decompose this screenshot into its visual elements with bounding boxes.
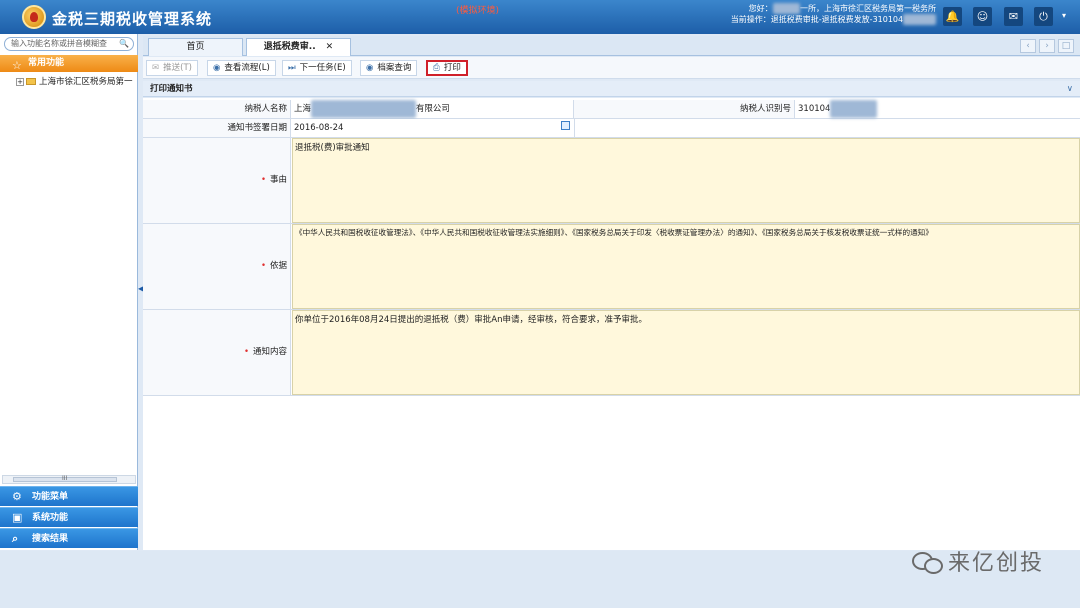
power-icon[interactable]: ⏻	[1034, 7, 1053, 26]
form-row-notice: • 通知内容 你单位于2016年08月24日提出的退抵税（费）审批An申请，经审核…	[143, 310, 1080, 396]
printer-icon: ⎙	[433, 63, 440, 73]
sign-date-label: 通知书签署日期	[143, 119, 291, 137]
tree-item-xuhui-tax-bureau[interactable]: + 上海市徐汇区税务局第一	[16, 75, 133, 87]
monitor-icon: ▣	[12, 511, 23, 524]
notice-textarea[interactable]: 你单位于2016年08月24日提出的退抵税（费）审批An申请，经审核，符合要求，…	[292, 310, 1080, 395]
basis-textarea[interactable]: 《中华人民共和国税收征收管理法》、《中华人民共和国税收征收管理法实施细则》、《国…	[292, 224, 1080, 309]
form-row-basis: • 依据 《中华人民共和国税收征收管理法》、《中华人民共和国税收征收管理法实施细则…	[143, 224, 1080, 310]
app-header: 金税三期税收管理系统 (模拟环境) 您好：XXXXX一所，上海市徐汇区税务局第一…	[0, 0, 1080, 34]
view-flow-button[interactable]: ◉ 查看流程(L)	[207, 60, 276, 76]
chat-icon[interactable]: ✉	[1004, 7, 1023, 26]
form-row-sign-date: 通知书签署日期 2016-08-24	[143, 119, 1080, 138]
notice-form: 纳税人名称 上海XXXXXXXXXXXXXXXXXX有限公司 纳税人识别号 31…	[143, 98, 1080, 550]
required-icon: •	[260, 175, 266, 185]
mail-icon: ✉	[152, 63, 160, 73]
tab-next-icon[interactable]: ›	[1039, 39, 1055, 53]
send-button[interactable]: ✉ 推送(T)	[146, 60, 198, 76]
required-icon: •	[260, 261, 266, 271]
taxpayer-name-value: 上海XXXXXXXXXXXXXXXXXX有限公司	[292, 100, 572, 118]
next-task-button[interactable]: ⏭ 下一任务(E)	[282, 60, 352, 76]
notice-label: • 通知内容	[143, 310, 291, 395]
users-icon[interactable]: ☺	[973, 7, 992, 26]
eye-icon: ◉	[366, 63, 374, 73]
taxpayer-name-label: 纳税人名称	[143, 100, 291, 118]
gear-icon: ⚙	[12, 490, 22, 503]
sidebar-scrollbar[interactable]: III	[2, 475, 136, 484]
left-sidebar: 输入功能名称或拼音模糊查 🔍 ☆ 常用功能 + 上海市徐汇区税务局第一 III ⚙…	[0, 34, 138, 550]
tab-home[interactable]: 首页	[148, 38, 243, 56]
reason-textarea[interactable]: 退抵税(费)审批通知	[292, 138, 1080, 223]
tax-emblem-icon	[22, 5, 46, 29]
basis-label: • 依据	[143, 224, 291, 309]
calendar-icon[interactable]	[561, 121, 570, 130]
archive-query-button[interactable]: ◉ 档案查询	[360, 60, 418, 76]
current-operation: 当前操作：退抵税费审批-退抵税费发放-310104	[730, 15, 904, 24]
close-icon[interactable]: ✕	[326, 42, 334, 52]
bell-icon[interactable]: 🔔	[943, 7, 962, 26]
eye-icon: ◉	[213, 63, 221, 73]
system-function-button[interactable]: ▣ 系统功能	[0, 507, 138, 527]
collapse-sidebar-icon[interactable]: ◀	[138, 284, 144, 294]
section-header: 打印通知书 ∨	[143, 81, 1080, 97]
app-title: 金税三期税收管理系统	[52, 10, 213, 28]
toolbar: ✉ 推送(T) ◉ 查看流程(L) ⏭ 下一任务(E) ◉ 档案查询 ⎙ 打印	[143, 57, 1080, 79]
sign-date-input[interactable]: 2016-08-24	[292, 119, 575, 137]
next-icon: ⏭	[288, 63, 296, 73]
tab-refund-approval[interactable]: 退抵税费审.. ✕	[246, 38, 351, 56]
reason-label: • 事由	[143, 138, 291, 223]
environment-tag: (模拟环境)	[456, 6, 500, 16]
taxpayer-id-label: 纳税人识别号	[573, 100, 795, 118]
chevron-down-icon[interactable]: ▾	[1062, 11, 1066, 20]
taxpayer-id-value: 310104XXXXXXXX	[796, 100, 878, 118]
print-button[interactable]: ⎙ 打印	[426, 60, 468, 76]
watermark: 来亿创投	[911, 545, 1044, 577]
wechat-icon	[911, 551, 943, 574]
favorites-header[interactable]: ☆ 常用功能	[0, 55, 138, 72]
form-row-reason: • 事由 退抵税(费)审批通知	[143, 138, 1080, 224]
search-results-icon: ⌕	[12, 532, 19, 545]
form-row-taxpayer: 纳税人名称 上海XXXXXXXXXXXXXXXXXX有限公司 纳税人识别号 31…	[143, 100, 1080, 119]
star-icon: ☆	[12, 59, 22, 72]
function-menu-button[interactable]: ⚙ 功能菜单	[0, 486, 138, 506]
folder-icon	[26, 78, 36, 85]
tab-bar: 首页 退抵税费审.. ✕ ‹ › □	[143, 36, 1080, 56]
search-icon[interactable]: 🔍	[119, 38, 129, 50]
function-search-input[interactable]: 输入功能名称或拼音模糊查 🔍	[4, 37, 134, 51]
search-results-button[interactable]: ⌕ 搜索结果	[0, 528, 138, 548]
required-icon: •	[243, 347, 249, 357]
expand-icon[interactable]: +	[16, 78, 24, 86]
collapse-section-icon[interactable]: ∨	[1067, 81, 1073, 97]
user-info: 您好：XXXXX一所，上海市徐汇区税务局第一税务所 当前操作：退抵税费审批-退抵…	[730, 3, 936, 25]
tab-maximize-icon[interactable]: □	[1058, 39, 1074, 53]
tab-prev-icon[interactable]: ‹	[1020, 39, 1036, 53]
